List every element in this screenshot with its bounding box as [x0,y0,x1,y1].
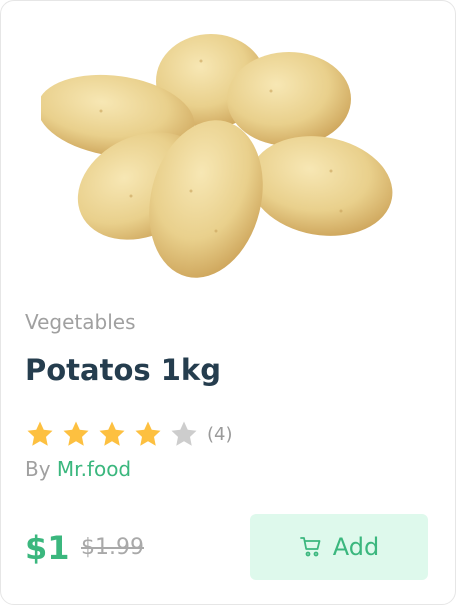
cart-icon [299,537,321,557]
rating-count: (4) [207,423,233,445]
current-price: $1 [25,529,70,567]
add-button-label: Add [332,533,380,561]
vendor-prefix: By [25,457,51,481]
product-title[interactable]: Potatos 1kg [25,353,221,387]
product-rating: (4) [25,419,233,449]
star-icon [27,421,53,446]
old-price: $1.99 [81,535,144,560]
star-icon [135,421,161,446]
star-icon [99,421,125,446]
product-card[interactable]: Vegetables Potatos 1kg (4) By Mr.food $1… [0,0,456,605]
product-category[interactable]: Vegetables [25,310,136,334]
star-icon [63,421,89,446]
product-image[interactable] [37,21,411,281]
add-to-cart-button[interactable]: Add [250,514,428,580]
potatoes-image [37,34,393,278]
vendor-link[interactable]: Mr.food [57,457,131,481]
star-empty-icon [171,421,197,446]
vendor-line: By Mr.food [25,457,131,481]
